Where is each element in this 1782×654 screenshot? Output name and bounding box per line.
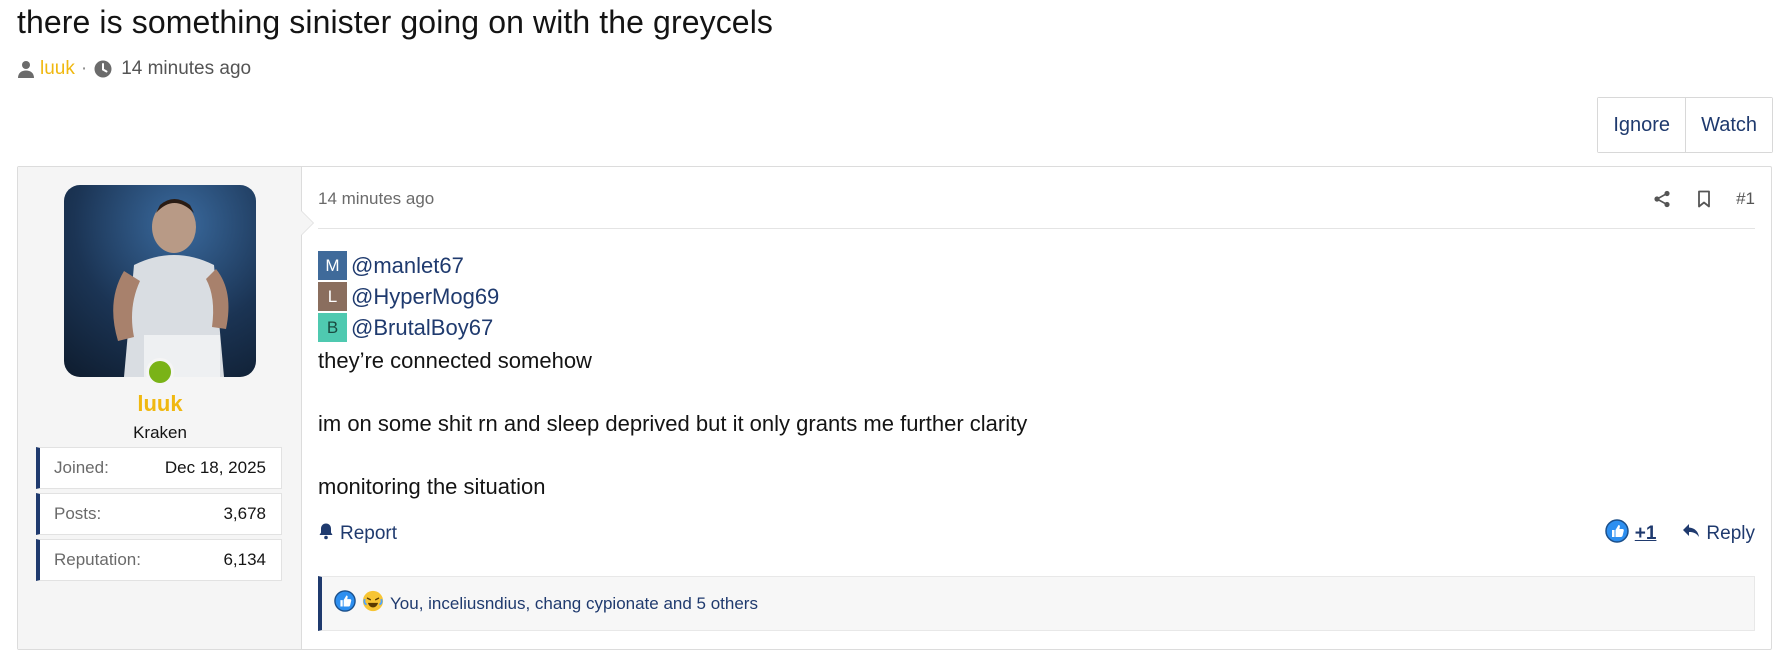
stat-label: Posts: bbox=[54, 504, 102, 523]
report-label: Report bbox=[340, 523, 398, 544]
reactions-bar[interactable]: You, inceliusndius, chang cypionate and … bbox=[318, 576, 1755, 631]
post-user-cell: luuk Kraken Joined: Dec 18, 2025 Posts: … bbox=[18, 167, 314, 649]
share-icon[interactable] bbox=[1652, 189, 1672, 209]
mention-handle[interactable]: @HyperMog69 bbox=[351, 284, 499, 310]
post-footer: Report +1 Reply bbox=[318, 519, 1755, 549]
mention-item[interactable]: L @HyperMog69 bbox=[318, 281, 499, 312]
reply-icon[interactable] bbox=[1682, 523, 1700, 545]
post-main: 14 minutes ago #1 M @manlet67 L @HyperMo… bbox=[302, 167, 1771, 649]
mention-handle[interactable]: @manlet67 bbox=[351, 253, 464, 279]
avatar[interactable] bbox=[64, 185, 256, 377]
post-username[interactable]: luuk bbox=[18, 391, 302, 417]
post-body-line: im on some shit rn and sleep deprived bu… bbox=[318, 411, 1028, 436]
user-stat-joined: Joined: Dec 18, 2025 bbox=[36, 447, 282, 489]
user-stat-posts: Posts: 3,678 bbox=[36, 493, 282, 535]
crying-laugh-reaction-icon bbox=[362, 590, 384, 617]
like-reaction-icon[interactable] bbox=[1605, 519, 1629, 549]
like-reaction-icon bbox=[334, 590, 356, 617]
thread-author-link[interactable]: luuk bbox=[40, 58, 75, 80]
ignore-button[interactable]: Ignore bbox=[1598, 98, 1686, 152]
thread-actions: Ignore Watch bbox=[1597, 97, 1773, 153]
stat-label: Reputation: bbox=[54, 550, 141, 569]
post-body-line: monitoring the situation bbox=[318, 474, 546, 499]
stat-value: Dec 18, 2025 bbox=[164, 458, 266, 477]
bell-icon bbox=[318, 522, 334, 546]
mention-list: M @manlet67 L @HyperMog69 B @BrutalBoy67 bbox=[318, 250, 499, 343]
post-header: 14 minutes ago #1 bbox=[318, 189, 1755, 229]
mention-handle[interactable]: @BrutalBoy67 bbox=[351, 315, 493, 341]
report-button[interactable]: Report bbox=[318, 519, 397, 549]
thread-meta: luuk · 14 minutes ago bbox=[16, 58, 251, 80]
post-body: they’re connected somehow im on some shi… bbox=[318, 345, 1027, 502]
reaction-count-link[interactable]: +1 bbox=[1635, 523, 1657, 545]
user-title: Kraken bbox=[133, 423, 187, 442]
mention-avatar: L bbox=[318, 282, 347, 311]
clock-icon bbox=[93, 59, 113, 79]
page-title: there is something sinister going on wit… bbox=[17, 4, 774, 40]
post-body-line: they’re connected somehow bbox=[318, 348, 592, 373]
stat-value: 6,134 bbox=[223, 550, 266, 569]
post: luuk Kraken Joined: Dec 18, 2025 Posts: … bbox=[17, 166, 1772, 650]
post-number[interactable]: #1 bbox=[1736, 189, 1755, 209]
stat-value: 3,678 bbox=[223, 504, 266, 523]
mention-item[interactable]: B @BrutalBoy67 bbox=[318, 312, 499, 343]
post-time[interactable]: 14 minutes ago bbox=[318, 189, 434, 228]
thread-time: 14 minutes ago bbox=[121, 58, 252, 79]
reactions-text[interactable]: You, inceliusndius, chang cypionate and … bbox=[390, 594, 758, 614]
stat-label: Joined: bbox=[54, 458, 109, 477]
online-status-indicator bbox=[146, 358, 174, 386]
mention-avatar: M bbox=[318, 251, 347, 280]
bookmark-icon[interactable] bbox=[1694, 189, 1714, 209]
watch-button[interactable]: Watch bbox=[1685, 98, 1772, 152]
user-stat-reputation: Reputation: 6,134 bbox=[36, 539, 282, 581]
user-icon bbox=[16, 59, 36, 79]
mention-avatar: B bbox=[318, 313, 347, 342]
meta-separator: · bbox=[80, 58, 88, 79]
reply-button[interactable]: Reply bbox=[1706, 523, 1755, 545]
mention-item[interactable]: M @manlet67 bbox=[318, 250, 499, 281]
